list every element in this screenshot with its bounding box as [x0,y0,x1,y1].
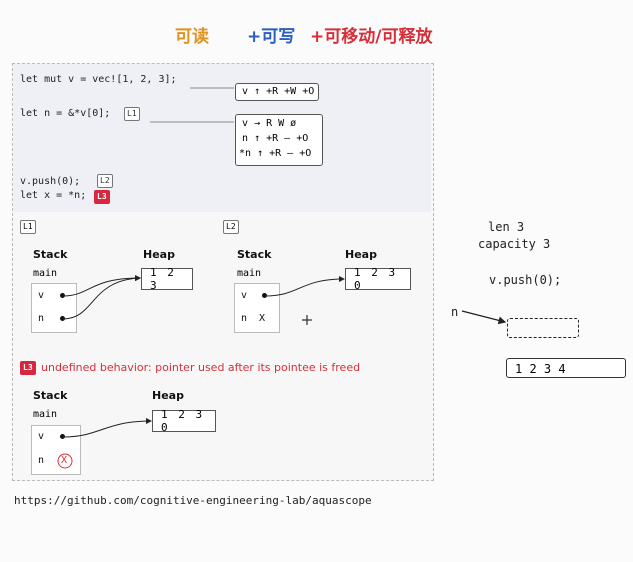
diagram-arrows [57,87,507,469]
cursor-crosshair [302,315,312,325]
l3-v-arrow [62,418,152,438]
l1-v-arrow [62,275,141,297]
l2-v-arrow [264,276,345,297]
n-hand-arrow [461,310,507,325]
l1-n-arrow [62,275,141,320]
l3-n-freed-circle [57,453,73,469]
